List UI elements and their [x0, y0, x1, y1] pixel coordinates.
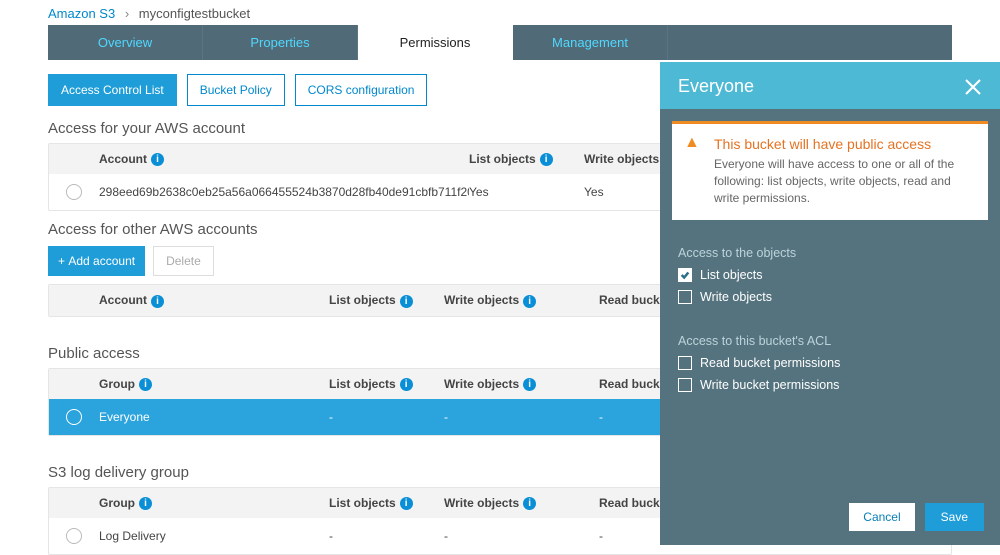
col-list: List objects	[329, 377, 396, 391]
alert-body: Everyone will have access to one or all …	[714, 156, 974, 206]
write-perm-checkbox[interactable]	[678, 378, 692, 392]
info-icon[interactable]: i	[523, 497, 536, 510]
object-access-heading: Access to the objects	[678, 246, 982, 260]
subtab-policy[interactable]: Bucket Policy	[187, 74, 285, 106]
delete-button[interactable]: Delete	[153, 246, 214, 276]
write-perm-label: Write bucket permissions	[700, 378, 839, 392]
col-write: Write objects	[444, 377, 519, 391]
col-write: Write objects	[444, 293, 519, 307]
col-group: Group	[99, 377, 135, 391]
add-account-label: Add account	[68, 254, 135, 268]
info-icon[interactable]: i	[400, 295, 413, 308]
breadcrumb: Amazon S3 › myconfigtestbucket	[0, 0, 1000, 25]
col-list: List objects	[329, 496, 396, 510]
col-account: Account	[99, 293, 147, 307]
col-account: Account	[99, 152, 147, 166]
info-icon[interactable]: i	[151, 295, 164, 308]
add-account-button[interactable]: + Add account	[48, 246, 145, 276]
info-icon[interactable]: i	[400, 378, 413, 391]
info-icon[interactable]: i	[151, 153, 164, 166]
info-icon[interactable]: i	[540, 153, 553, 166]
cell-write: -	[444, 529, 599, 543]
read-perm-checkbox[interactable]	[678, 356, 692, 370]
cancel-button[interactable]: Cancel	[849, 503, 914, 531]
col-group: Group	[99, 496, 135, 510]
cell-group: Log Delivery	[99, 529, 329, 543]
plus-icon: +	[58, 254, 65, 268]
write-objects-label: Write objects	[700, 290, 772, 304]
acl-access-heading: Access to this bucket's ACL	[678, 334, 982, 348]
save-button[interactable]: Save	[925, 503, 984, 531]
info-icon[interactable]: i	[139, 378, 152, 391]
list-objects-checkbox[interactable]	[678, 268, 692, 282]
permissions-panel: Everyone ▲ This bucket will have public …	[660, 62, 1000, 545]
object-access-section: Access to the objects List objects Write…	[660, 232, 1000, 320]
panel-footer: Cancel Save	[660, 491, 1000, 545]
radio-icon[interactable]	[66, 528, 82, 544]
tab-management[interactable]: Management	[513, 25, 668, 60]
close-icon[interactable]	[964, 78, 982, 96]
tab-permissions[interactable]: Permissions	[358, 25, 513, 60]
info-icon[interactable]: i	[400, 497, 413, 510]
col-list: List objects	[329, 293, 396, 307]
alert-title: This bucket will have public access	[714, 136, 974, 152]
col-write: Write objects	[584, 152, 659, 166]
panel-header: Everyone	[660, 62, 1000, 109]
acl-access-section: Access to this bucket's ACL Read bucket …	[660, 320, 1000, 408]
public-access-alert: ▲ This bucket will have public access Ev…	[672, 121, 988, 220]
cell-group: Everyone	[99, 410, 329, 424]
col-write: Write objects	[444, 496, 519, 510]
subtab-cors[interactable]: CORS configuration	[295, 74, 428, 106]
radio-icon[interactable]	[66, 184, 82, 200]
main-tabs: Overview Properties Permissions Manageme…	[48, 25, 952, 60]
cell-list: -	[329, 529, 444, 543]
radio-icon[interactable]	[66, 409, 82, 425]
cell-list: Yes	[469, 185, 584, 199]
chevron-right-icon: ›	[119, 6, 135, 21]
account-id: 298eed69b2638c0eb25a56a066455524b3870d28…	[99, 185, 469, 199]
cell-list: -	[329, 410, 444, 424]
breadcrumb-bucket: myconfigtestbucket	[139, 6, 250, 21]
read-perm-label: Read bucket permissions	[700, 356, 840, 370]
list-objects-label: List objects	[700, 268, 763, 282]
subtab-acl[interactable]: Access Control List	[48, 74, 177, 106]
col-list: List objects	[469, 152, 536, 166]
info-icon[interactable]: i	[139, 497, 152, 510]
breadcrumb-root[interactable]: Amazon S3	[48, 6, 115, 21]
info-icon[interactable]: i	[523, 378, 536, 391]
cell-write: -	[444, 410, 599, 424]
tab-overview[interactable]: Overview	[48, 25, 203, 60]
info-icon[interactable]: i	[523, 295, 536, 308]
tab-properties[interactable]: Properties	[203, 25, 358, 60]
warning-icon: ▲	[684, 134, 700, 152]
panel-title: Everyone	[678, 76, 754, 97]
write-objects-checkbox[interactable]	[678, 290, 692, 304]
